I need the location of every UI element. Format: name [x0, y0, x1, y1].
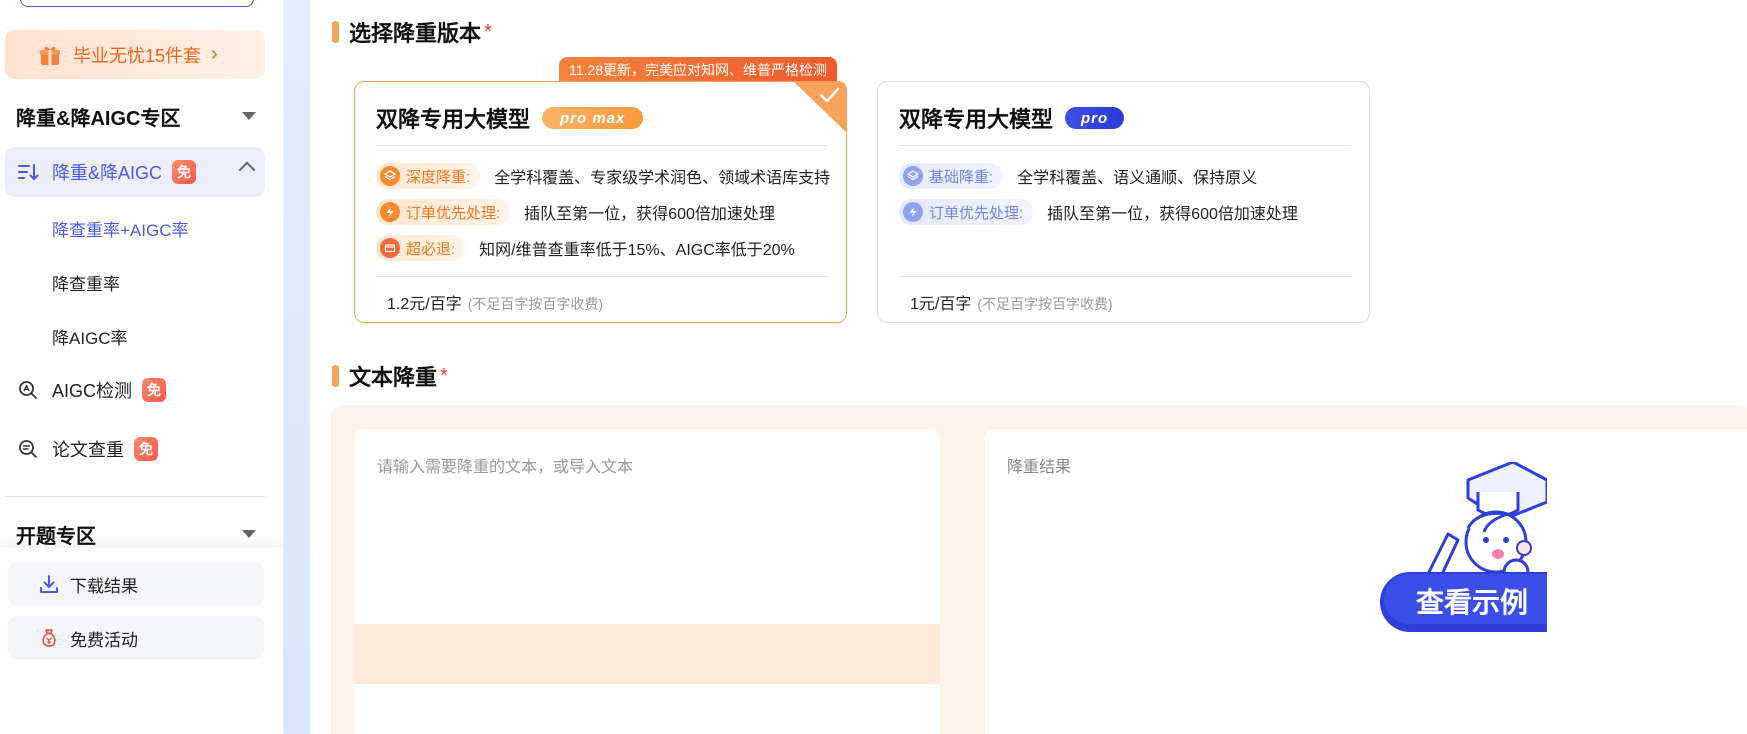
- sub-item-rewrite[interactable]: 降查重率: [52, 270, 120, 295]
- sub-item-aigc[interactable]: 降AIGC率: [52, 324, 128, 349]
- promo-banner[interactable]: 毕业无忧15件套 ›: [5, 30, 265, 79]
- feature-tag: 订单优先处理:: [899, 199, 1034, 225]
- view-example-label: 查看示例: [1416, 586, 1528, 619]
- search-box[interactable]: [20, 0, 254, 7]
- card-name: 双降专用大模型: [899, 107, 1054, 132]
- version-card-pro[interactable]: 双降专用大模型 pro 基础降重: 全学科覆盖、语义通顺、保持原义 订单优先处理…: [877, 81, 1370, 323]
- section-title: 开题专区: [16, 525, 96, 548]
- chevron-up-icon: [238, 161, 256, 179]
- price-value: 1元/百字: [910, 296, 972, 313]
- input-textarea[interactable]: 请输入需要降重的文本，或导入文本: [354, 429, 940, 734]
- layers-icon: [903, 166, 923, 186]
- feature-tag-label: 基础降重:: [929, 168, 994, 186]
- selected-check-icon: [793, 81, 847, 133]
- sidebar-bottom-panel: 下载结果 免费活动: [0, 548, 283, 734]
- search-doc-icon: [19, 440, 37, 458]
- feature-tag-label: 深度降重:: [406, 168, 471, 186]
- divider: [376, 145, 828, 146]
- money-bag-icon: [42, 629, 56, 647]
- feature-desc: 全学科覆盖、语义通顺、保持原义: [1017, 170, 1258, 187]
- version-section-title: 选择降重版本 *: [332, 16, 492, 48]
- divider: [899, 145, 1351, 146]
- aigc-detect-icon: [19, 381, 37, 399]
- card-title: 双降专用大模型 pro max: [376, 102, 644, 134]
- required-mark: *: [440, 364, 448, 387]
- text-section-title: 文本降重 *: [332, 360, 448, 392]
- chevron-right-icon: ›: [211, 43, 218, 65]
- divider: [376, 276, 828, 277]
- sidebar-item-plagiarism-check[interactable]: 论文查重 免: [18, 434, 158, 464]
- title-accent-bar: [332, 21, 339, 43]
- result-area: 降重结果: [985, 429, 1747, 734]
- feature-row: 深度降重: 全学科覆盖、专家级学术润色、领域术语库支持: [376, 163, 830, 189]
- input-placeholder: 请输入需要降重的文本，或导入文本: [377, 459, 634, 476]
- price-value: 1.2元/百字: [387, 296, 462, 313]
- sidebar-item-rewrite-aigc[interactable]: 降重&降AIGC 免: [5, 147, 265, 197]
- section-header-proposal[interactable]: 开题专区: [16, 519, 266, 549]
- sort-icon: [18, 164, 39, 180]
- card-title: 双降专用大模型 pro: [899, 102, 1125, 134]
- feature-desc: 插队至第一位，获得600倍加速处理: [1047, 206, 1298, 223]
- pro-max-pill: pro max: [542, 107, 644, 129]
- wallet-icon: [380, 238, 400, 258]
- lightning-icon: [380, 202, 400, 222]
- section-header-rewrite[interactable]: 降重&降AIGC专区: [16, 101, 266, 131]
- caret-down-icon: [242, 530, 256, 538]
- section-title-text: 选择降重版本: [349, 21, 482, 46]
- free-badge: 免: [172, 160, 197, 184]
- feature-desc: 全学科覆盖、专家级学术润色、领域术语库支持: [494, 170, 831, 187]
- feature-tag: 基础降重:: [899, 163, 1004, 189]
- content-gutter: [284, 0, 310, 734]
- feature-row: 基础降重: 全学科覆盖、语义通顺、保持原义: [899, 163, 1257, 189]
- feature-row: 超必退: 知网/维普查重率低于15%、AIGC率低于20%: [376, 235, 795, 261]
- feature-row: 订单优先处理: 插队至第一位，获得600倍加速处理: [376, 199, 775, 225]
- feature-tag: 订单优先处理:: [376, 199, 511, 225]
- price-note: (不足百字按百字收费): [977, 296, 1113, 312]
- feature-tag: 深度降重:: [376, 163, 481, 189]
- sidebar-item-aigc-detect[interactable]: AIGC检测 免: [18, 375, 167, 405]
- download-icon: [40, 575, 58, 593]
- divider: [5, 496, 265, 497]
- download-results-button[interactable]: 下载结果: [8, 562, 264, 606]
- layers-icon: [380, 166, 400, 186]
- free-activities-button[interactable]: 免费活动: [8, 616, 264, 660]
- feature-tag-label: 订单优先处理:: [406, 204, 501, 222]
- feature-desc: 知网/维普查重率低于15%、AIGC率低于20%: [479, 242, 795, 259]
- lightning-icon: [903, 202, 923, 222]
- feature-tag-label: 订单优先处理:: [929, 204, 1024, 222]
- feature-row: 订单优先处理: 插队至第一位，获得600倍加速处理: [899, 199, 1298, 225]
- divider: [899, 276, 1351, 277]
- price-note: (不足百字按百字收费): [467, 296, 604, 312]
- button-label: 免费活动: [70, 630, 138, 650]
- price: 1.2元/百字 (不足百字按百字收费): [387, 290, 603, 314]
- input-footer: [354, 624, 940, 684]
- promo-label: 毕业无忧15件套: [73, 45, 202, 66]
- required-mark: *: [484, 20, 492, 43]
- version-card-pro-max[interactable]: 双降专用大模型 pro max 深度降重: 全学科覆盖、专家级学术润色、领域术语…: [354, 81, 847, 323]
- view-example-button[interactable]: 查看示例: [1378, 460, 1580, 642]
- mascot-icon: 查看示例: [1380, 460, 1580, 632]
- price: 1元/百字 (不足百字按百字收费): [910, 290, 1113, 314]
- sidebar-item-label: AIGC检测: [52, 381, 133, 401]
- free-badge: 免: [134, 437, 158, 461]
- free-badge: 免: [142, 378, 167, 402]
- sidebar: 毕业无忧15件套 › 降重&降AIGC专区 降重&降AIGC 免 降查重率+AI…: [0, 0, 284, 734]
- gift-icon: [40, 46, 60, 65]
- section-title-text: 文本降重: [349, 365, 438, 390]
- feature-desc: 插队至第一位，获得600倍加速处理: [524, 206, 775, 223]
- card-name: 双降专用大模型: [376, 107, 531, 132]
- sub-item-rewrite-and-aigc[interactable]: 降查重率+AIGC率: [52, 216, 189, 241]
- sidebar-item-label: 降重&降AIGC: [52, 163, 163, 183]
- feature-tag: 超必退:: [376, 235, 466, 261]
- update-ribbon: 11.28更新，完美应对知网、维普严格检测: [559, 57, 837, 82]
- section-title: 降重&降AIGC专区: [16, 107, 181, 130]
- sidebar-item-label: 论文查重: [52, 440, 124, 460]
- feature-tag-label: 超必退:: [406, 240, 456, 258]
- pro-pill: pro: [1065, 107, 1125, 129]
- title-accent-bar: [332, 365, 339, 387]
- caret-down-icon: [242, 112, 256, 120]
- result-placeholder: 降重结果: [1007, 459, 1072, 476]
- button-label: 下载结果: [70, 576, 138, 596]
